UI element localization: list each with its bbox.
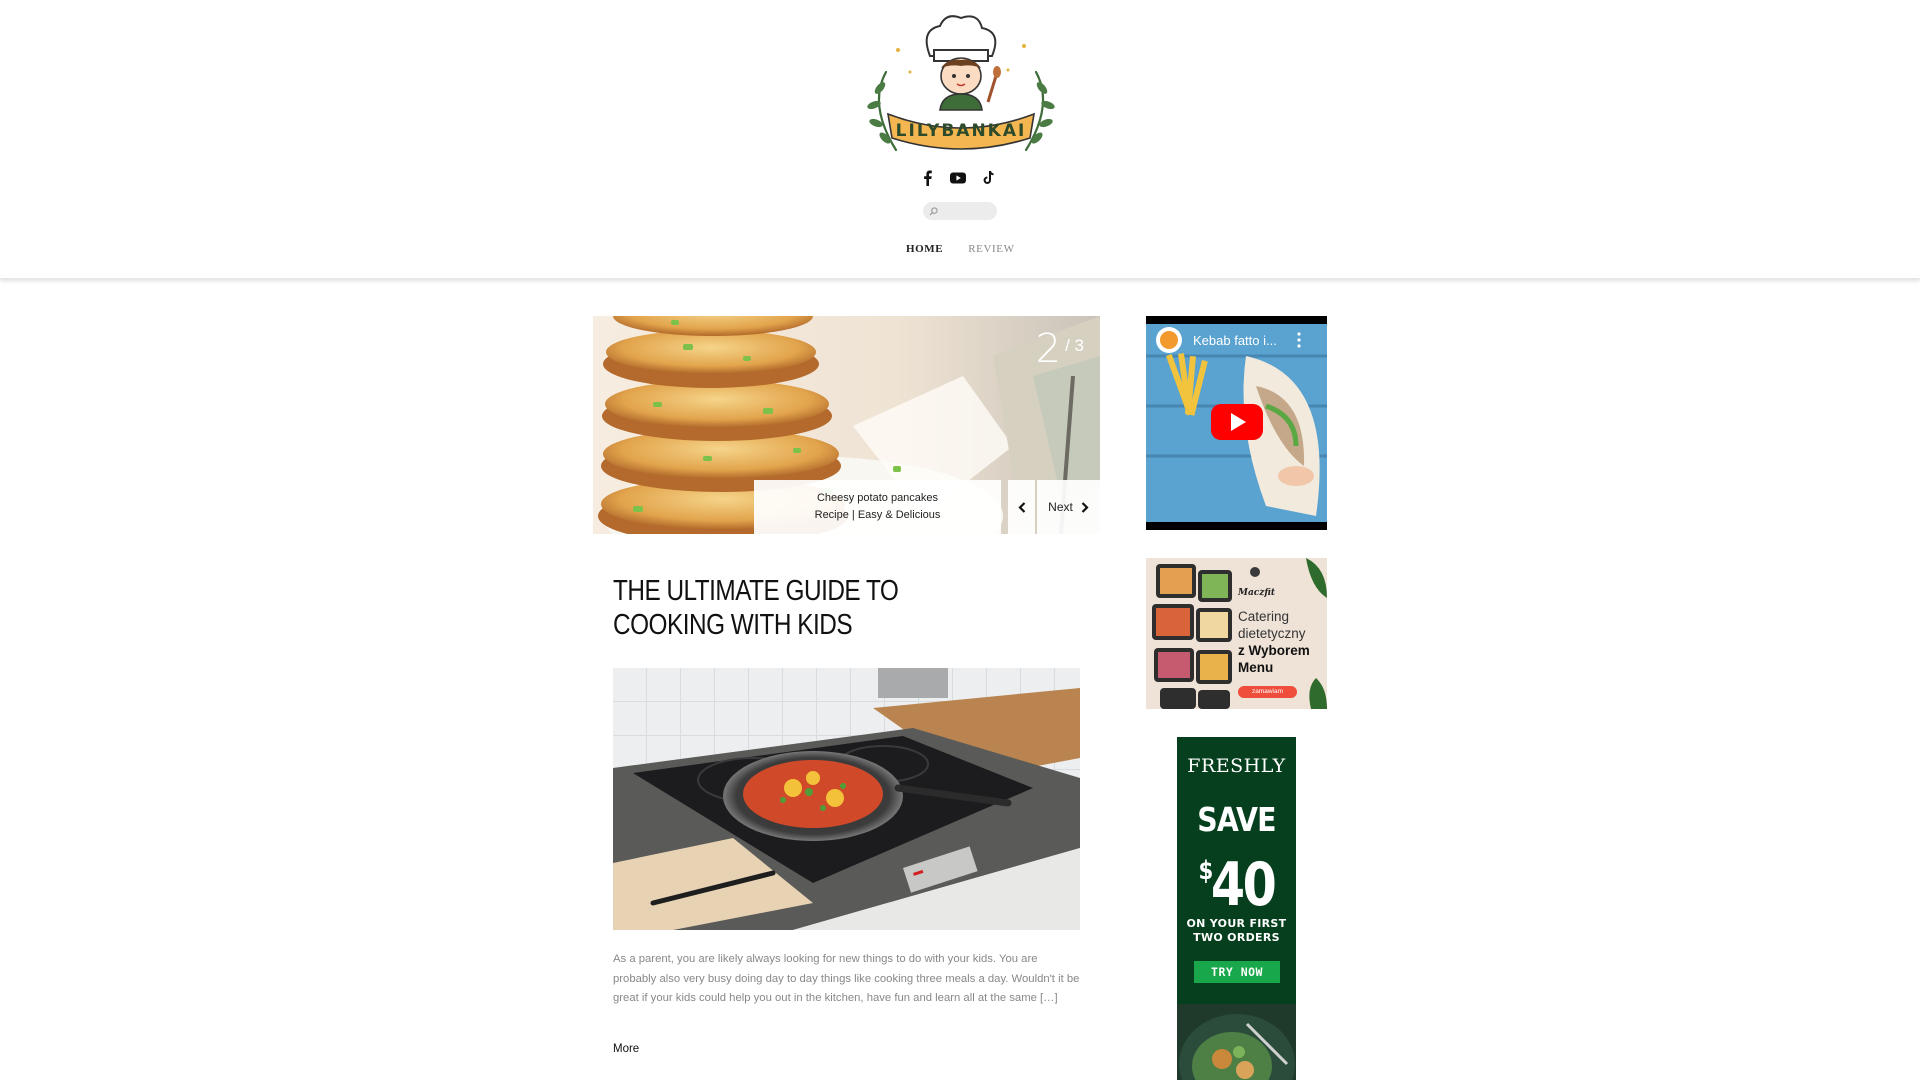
freshly-subtext: ON YOUR FIRST TWO ORDERS xyxy=(1177,917,1296,945)
freshly-currency: $ xyxy=(1198,856,1214,886)
featured-slider[interactable]: 2 / 3 Cheesy potato pancakes Recipe | Ea… xyxy=(593,316,1100,534)
site-logo[interactable]: LILYBANKAI xyxy=(858,10,1064,162)
social-links xyxy=(920,170,996,186)
slide-caption-line1: Cheesy potato pancakes xyxy=(816,492,939,504)
maczfit-ad-banner[interactable]: Maczfit Catering dietetyczny z Wyborem M… xyxy=(1146,558,1327,709)
post-featured-image[interactable] xyxy=(613,668,1080,930)
slide-counter: 2 / 3 xyxy=(1035,326,1084,372)
freshly-save-text: SAVE xyxy=(1197,800,1276,839)
chef-mascot-logo: LILYBANKAI xyxy=(867,15,1055,152)
freshly-sub-line1: ON YOUR FIRST xyxy=(1186,917,1287,930)
search-box xyxy=(923,202,997,220)
logo-wordmark: LILYBANKAI xyxy=(896,121,1027,141)
freshly-ad-banner[interactable]: FRESHLY SAVE $40 ON YOUR FIRST TWO ORDER… xyxy=(1177,737,1296,1080)
maczfit-line2: dietetyczny xyxy=(1238,626,1306,641)
site-header: LILYBANKAI HOME REVIEW xyxy=(0,0,1920,279)
nav-home[interactable]: HOME xyxy=(906,243,943,255)
stove-pan-image xyxy=(613,668,1080,930)
slide-caption[interactable]: Cheesy potato pancakes Recipe | Easy & D… xyxy=(754,480,1001,534)
slide-next-label: Next xyxy=(1048,500,1073,514)
maczfit-line4: Menu xyxy=(1238,660,1274,675)
slide-total: / 3 xyxy=(1065,336,1084,355)
freshly-food-image xyxy=(1177,1004,1296,1080)
main-nav: HOME REVIEW xyxy=(906,243,1015,255)
video-title[interactable]: Kebab fatto i... xyxy=(1193,333,1277,348)
youtube-video-embed[interactable]: Kebab fatto i... xyxy=(1146,316,1327,530)
maczfit-brand: Maczfit xyxy=(1238,588,1276,598)
facebook-icon[interactable] xyxy=(920,170,936,186)
maczfit-order-button[interactable]: zamawiam xyxy=(1238,686,1297,698)
maczfit-line1: Catering xyxy=(1238,609,1290,624)
maczfit-headline: Catering dietetyczny z Wyborem Menu xyxy=(1238,608,1310,676)
slide-current-number: 2 xyxy=(1035,326,1062,372)
search-input[interactable] xyxy=(941,205,997,217)
freshly-try-now-button[interactable]: TRY NOW xyxy=(1194,961,1280,983)
freshly-sub-line2: TWO ORDERS xyxy=(1193,931,1280,944)
maczfit-line3: z Wyborem xyxy=(1238,643,1310,658)
chevron-left-icon xyxy=(1017,501,1025,513)
video-thumbnail xyxy=(1146,316,1327,530)
post-excerpt: As a parent, you are likely always looki… xyxy=(613,953,1080,1004)
chevron-right-icon xyxy=(1081,501,1089,513)
tiktok-icon[interactable] xyxy=(980,170,996,186)
slide-prev-button[interactable] xyxy=(1008,480,1035,534)
nav-review[interactable]: REVIEW xyxy=(968,243,1014,255)
freshly-logo: FRESHLY xyxy=(1187,755,1286,777)
search-icon xyxy=(929,206,938,216)
read-more-link[interactable]: More xyxy=(613,1043,639,1055)
slide-next-button[interactable]: Next xyxy=(1037,480,1100,534)
slide-caption-line2: Recipe | Easy & Delicious xyxy=(814,509,941,521)
freshly-amount: $40 xyxy=(1188,841,1286,915)
post-title[interactable]: THE ULTIMATE GUIDE TO COOKING WITH KIDS xyxy=(613,574,999,642)
youtube-icon[interactable] xyxy=(950,170,966,186)
freshly-amount-value: 40 xyxy=(1210,850,1277,920)
